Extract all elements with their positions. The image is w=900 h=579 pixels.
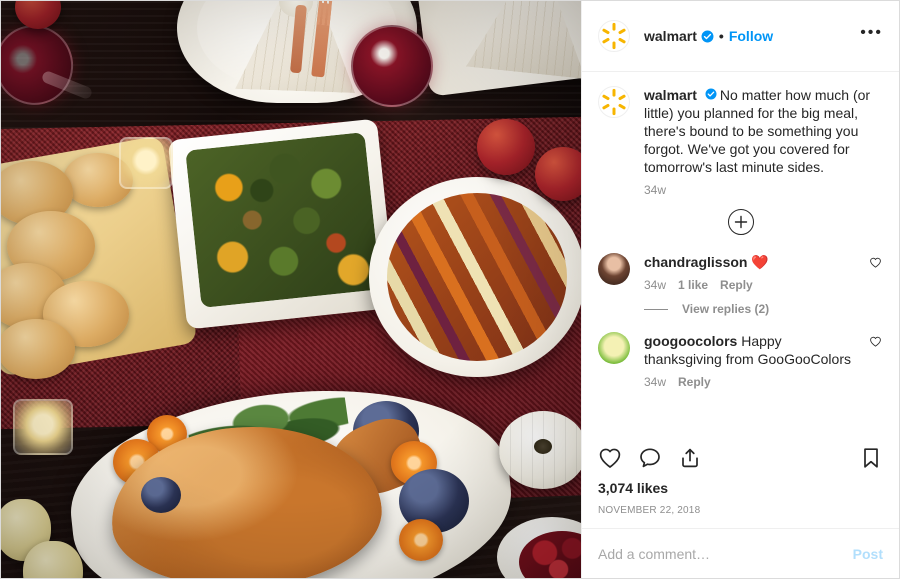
view-replies-button[interactable]: View replies (2): [682, 302, 769, 316]
speech-bubble-icon[interactable]: [638, 446, 662, 470]
image-vignette: [1, 1, 581, 578]
caption-meta: 34w: [644, 183, 883, 197]
instagram-post: walmart • Follow ••• walmart No matter h…: [0, 0, 900, 579]
ellipsis-icon[interactable]: •••: [860, 25, 883, 47]
list-item: googoocolors Happy thanksgiving from Goo…: [598, 332, 883, 389]
comment-timestamp: 34w: [644, 278, 667, 292]
likes-count[interactable]: 3,074 likes: [598, 470, 883, 496]
add-comment-bar: Post: [582, 528, 899, 578]
plus-circle-icon[interactable]: [727, 209, 754, 235]
heart-outline-icon[interactable]: [598, 446, 622, 470]
bookmark-outline-icon[interactable]: [859, 446, 883, 470]
share-arrow-icon[interactable]: [678, 446, 702, 470]
walmart-spark-avatar[interactable]: [598, 20, 630, 52]
comment-meta: 34w Reply: [644, 375, 861, 389]
comment-text: ❤️: [747, 254, 769, 270]
post-date: NOVEMBER 22, 2018: [598, 505, 701, 516]
post-sidebar: walmart • Follow ••• walmart No matter h…: [581, 1, 899, 578]
list-item: chandraglisson ❤️ 34w 1 like Reply View …: [598, 253, 883, 320]
comments-scroll-area[interactable]: walmart No matter how much (or little) y…: [582, 72, 899, 434]
post-header: walmart • Follow •••: [582, 1, 899, 72]
comment-meta: 34w 1 like Reply: [644, 278, 861, 292]
caption-text-row: walmart No matter how much (or little) y…: [644, 86, 883, 176]
comment-username[interactable]: googoocolors: [644, 333, 737, 349]
verified-badge-icon: [701, 88, 720, 100]
post-actions: 3,074 likes NOVEMBER 22, 2018: [582, 434, 899, 528]
comment-reply-button[interactable]: Reply: [678, 375, 711, 389]
load-more-comments-row: [598, 203, 883, 253]
comment-text-row: chandraglisson ❤️: [644, 253, 861, 271]
heart-outline-icon[interactable]: [869, 256, 883, 274]
verified-badge-icon: [701, 30, 714, 43]
caption-username[interactable]: walmart: [644, 87, 697, 103]
comment-input[interactable]: [598, 545, 853, 562]
post-image[interactable]: [1, 1, 581, 578]
action-icon-row: [598, 440, 883, 470]
walmart-spark-avatar[interactable]: [598, 86, 630, 118]
comment-reply-button[interactable]: Reply: [720, 278, 753, 292]
caption-body: walmart No matter how much (or little) y…: [644, 86, 883, 197]
comment-body: googoocolors Happy thanksgiving from Goo…: [644, 332, 861, 389]
user-photo-avatar[interactable]: [598, 253, 630, 285]
comment-body: chandraglisson ❤️ 34w 1 like Reply View …: [644, 253, 861, 320]
view-replies-line: [644, 308, 668, 310]
comment-username[interactable]: chandraglisson: [644, 254, 747, 270]
comment-text-row: googoocolors Happy thanksgiving from Goo…: [644, 332, 861, 368]
brand-logo-avatar[interactable]: [598, 332, 630, 364]
caption-timestamp: 34w: [644, 183, 667, 197]
post-comment-button[interactable]: Post: [853, 546, 883, 562]
comment-timestamp: 34w: [644, 375, 667, 389]
heart-outline-icon[interactable]: [869, 335, 883, 353]
view-replies-row: View replies (2): [644, 302, 861, 316]
caption-block: walmart No matter how much (or little) y…: [598, 86, 883, 197]
comment-likes-count[interactable]: 1 like: [678, 278, 708, 292]
header-username-row: walmart • Follow: [644, 28, 773, 44]
follow-button[interactable]: Follow: [729, 28, 773, 44]
header-separator: •: [718, 28, 724, 44]
account-username[interactable]: walmart: [644, 28, 697, 44]
